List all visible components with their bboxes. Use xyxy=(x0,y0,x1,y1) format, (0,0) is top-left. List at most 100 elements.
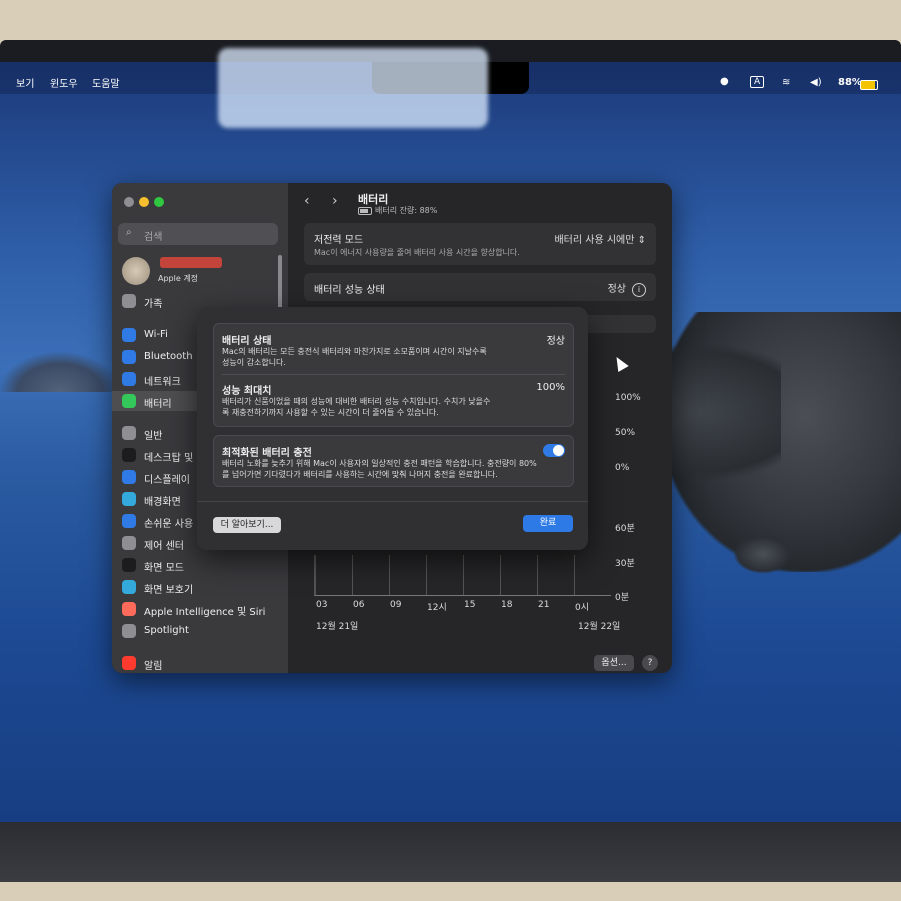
max-capacity-title: 성능 최대치 xyxy=(222,386,272,397)
battery-state-description: Mac의 배터리는 모든 충전식 배터리와 마찬가지로 소모품이며 시간이 지날… xyxy=(222,347,487,367)
menu-help[interactable]: 도움말 xyxy=(92,75,120,90)
battery-percent: 88% xyxy=(838,77,862,88)
low-power-select[interactable]: 배터리 사용 시에만 ⇕ xyxy=(554,231,646,246)
appearance-icon xyxy=(122,558,136,572)
optimized-charging-description: 배터리 노화를 늦추기 위해 Mac이 사용자의 일상적인 충전 패턴을 학습합… xyxy=(222,459,537,479)
max-capacity-description: 배터리가 신품이었을 때의 성능에 대비한 배터리 성능 수치입니다. 수치가 … xyxy=(222,397,491,417)
sidebar-item-label: 디스플레이 xyxy=(144,475,190,486)
battery-info-card: 배터리 상태 정상 Mac의 배터리는 모든 충전식 배터리와 마찬가지로 소모… xyxy=(213,323,574,427)
axis-label-50: 50% xyxy=(615,428,636,438)
sidebar-item[interactable]: 화면 모드 xyxy=(112,555,288,575)
time-tick-label: 21 xyxy=(538,600,550,610)
sidebar-item[interactable]: Apple Intelligence 및 Siri xyxy=(112,599,288,619)
sidebar-item-label: 배경화면 xyxy=(144,497,181,508)
wallpaper-hills xyxy=(0,352,120,392)
sidebar-item-label: 알림 xyxy=(144,661,163,672)
avatar[interactable] xyxy=(122,257,150,285)
screensaver-icon xyxy=(122,580,136,594)
bell-icon xyxy=(122,656,136,670)
options-button[interactable]: 옵션... xyxy=(594,655,634,671)
input-source-icon[interactable]: A xyxy=(750,76,765,88)
battery-health-row[interactable]: 배터리 성능 상태 정상 i xyxy=(304,273,656,301)
date-label-left: 12월 21일 xyxy=(316,622,359,632)
optimized-charging-title: 최적화된 배터리 충전 xyxy=(222,448,312,459)
bluetooth-icon xyxy=(122,350,136,364)
minimize-icon[interactable] xyxy=(139,197,149,207)
sidebar-item-label: 배터리 xyxy=(144,399,172,410)
gear-icon xyxy=(122,426,136,440)
reflection-glare xyxy=(218,48,488,128)
sidebar-item-label: Apple Intelligence 및 Siri xyxy=(144,607,266,618)
sidebar-item[interactable]: 화면 보호기 xyxy=(112,577,288,597)
low-power-label: 저전력 모드 xyxy=(314,235,364,246)
wifi-icon xyxy=(122,328,136,342)
sidebar-item[interactable]: Spotlight xyxy=(112,621,288,641)
axis-label-30min: 30분 xyxy=(615,559,635,569)
help-button[interactable]: ? xyxy=(642,655,658,671)
laptop-bottom xyxy=(0,822,901,882)
spotlight-icon xyxy=(122,624,136,638)
sidebar-item-label: 일반 xyxy=(144,431,163,442)
optimized-charging-toggle[interactable] xyxy=(543,444,565,457)
battery-status-icon[interactable] xyxy=(860,80,878,90)
date-label-right: 12월 22일 xyxy=(578,622,621,632)
low-power-description: Mac이 에너지 사용량을 줄여 배터리 사용 시간을 향상합니다. xyxy=(314,248,520,257)
battery-level-subtitle: 배터리 잔량: 88% xyxy=(358,205,437,216)
search-icon: ⌕ xyxy=(126,227,132,238)
wallpaper-rock xyxy=(733,534,793,574)
sidebar-item-label: 화면 모드 xyxy=(144,563,184,574)
sidebar-item-label: 가족 xyxy=(144,299,163,310)
notification-icon[interactable]: ● xyxy=(720,76,729,87)
wallpaper-icon xyxy=(122,492,136,506)
back-chevron-icon[interactable]: ‹ xyxy=(304,193,310,209)
search-input[interactable]: ⌕ 검색 xyxy=(118,223,278,245)
optimized-charging-card: 최적화된 배터리 충전 배터리 노화를 늦추기 위해 Mac이 사용자의 일상적… xyxy=(213,435,574,487)
control-center-icon xyxy=(122,536,136,550)
volume-icon[interactable]: ◀) xyxy=(810,77,822,88)
family-icon xyxy=(122,294,136,308)
sidebar-item-label: 네트워크 xyxy=(144,377,181,388)
apple-account-label[interactable]: Apple 계정 xyxy=(158,273,198,284)
wifi-status-icon[interactable]: ≋ xyxy=(782,77,790,88)
time-tick-label: 09 xyxy=(390,600,402,610)
sidebar-item-label: Wi-Fi xyxy=(144,329,168,340)
learn-more-button[interactable]: 더 알아보기... xyxy=(213,517,281,533)
time-tick-label: 0시 xyxy=(575,603,590,613)
sidebar-item-label: Spotlight xyxy=(144,625,189,636)
battery-state-value: 정상 xyxy=(546,336,565,347)
menu-window[interactable]: 윈도우 xyxy=(50,75,78,90)
battery-state-title: 배터리 상태 xyxy=(222,336,272,347)
low-power-mode-row: 저전력 모드 Mac이 에너지 사용량을 줄여 배터리 사용 시간을 향상합니다… xyxy=(304,223,656,265)
time-tick-label: 03 xyxy=(316,600,328,610)
axis-label-60min: 60분 xyxy=(615,524,635,534)
zoom-icon[interactable] xyxy=(154,197,164,207)
dock-icon xyxy=(122,448,136,462)
axis-label-100: 100% xyxy=(615,393,641,403)
network-icon xyxy=(122,372,136,386)
battery-mini-icon xyxy=(358,206,372,215)
sidebar-item-label: 화면 보호기 xyxy=(144,585,194,596)
sidebar-item-label: Bluetooth xyxy=(144,351,193,362)
divider xyxy=(222,374,565,375)
time-tick-label: 12시 xyxy=(427,603,447,613)
battery-health-sheet: 배터리 상태 정상 Mac의 배터리는 모든 충전식 배터리와 마찬가지로 소모… xyxy=(197,307,588,550)
screen-usage-chart xyxy=(314,555,611,596)
close-icon[interactable] xyxy=(124,197,134,207)
axis-label-0min: 0분 xyxy=(615,593,630,603)
max-capacity-value: 100% xyxy=(536,382,565,393)
battery-health-value: 정상 i xyxy=(608,280,646,297)
menu-view[interactable]: 보기 xyxy=(16,75,34,90)
sidebar-item[interactable]: 알림 xyxy=(112,653,288,673)
display-icon xyxy=(122,470,136,484)
forward-chevron-icon[interactable]: › xyxy=(332,193,338,209)
accessibility-icon xyxy=(122,514,136,528)
done-button[interactable]: 완료 xyxy=(523,515,573,532)
sidebar-item-label: 손쉬운 사용 xyxy=(144,519,194,530)
sidebar-item-label: 제어 센터 xyxy=(144,541,184,552)
info-icon[interactable]: i xyxy=(632,283,646,297)
time-tick-label: 18 xyxy=(501,600,513,610)
battery-health-label: 배터리 성능 상태 xyxy=(314,285,385,296)
sheet-divider xyxy=(197,501,588,502)
axis-label-0: 0% xyxy=(615,463,630,473)
time-tick-label: 06 xyxy=(353,600,365,610)
